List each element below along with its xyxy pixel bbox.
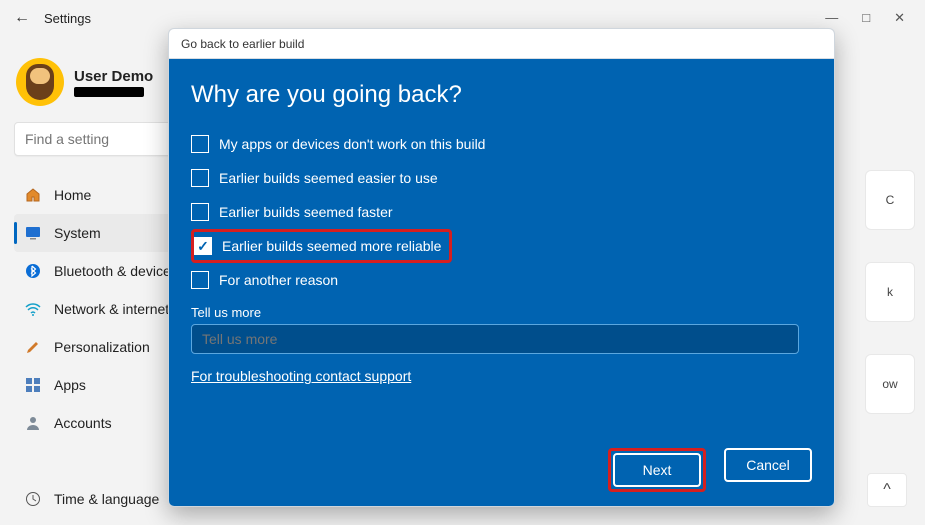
user-name: User Demo — [74, 68, 153, 85]
wifi-icon — [24, 300, 42, 318]
nav-label: Network & internet — [54, 301, 169, 317]
dialog-title-bar: Go back to earlier build — [169, 29, 834, 59]
back-icon[interactable]: ← — [14, 9, 30, 27]
sidebar-item-time[interactable]: Time & language — [14, 480, 169, 518]
dialog-heading: Why are you going back? — [191, 81, 812, 109]
checkbox-reliable[interactable]: ✓ — [194, 237, 212, 255]
next-button[interactable]: Next — [613, 453, 701, 487]
minimize-icon[interactable]: — — [825, 10, 838, 26]
chevron-up-button[interactable]: ^ — [867, 473, 907, 507]
system-icon — [24, 224, 42, 242]
close-icon[interactable]: ✕ — [894, 10, 905, 26]
avatar — [16, 58, 64, 106]
window-title: Settings — [44, 11, 91, 26]
support-link[interactable]: For troubleshooting contact support — [191, 368, 812, 384]
checkbox-easier[interactable] — [191, 169, 209, 187]
checkbox-apps-devices[interactable] — [191, 135, 209, 153]
option-label: Earlier builds seemed more reliable — [222, 238, 441, 254]
checkbox-another[interactable] — [191, 271, 209, 289]
cancel-button[interactable]: Cancel — [724, 448, 812, 482]
option-label: For another reason — [219, 272, 338, 288]
user-email-redacted — [74, 87, 144, 97]
dialog-head-text: Go back to earlier build — [181, 37, 304, 51]
panel-fragment-k[interactable]: k — [865, 262, 915, 322]
brush-icon — [24, 338, 42, 356]
nav-label: Home — [54, 187, 91, 203]
maximize-icon[interactable]: □ — [862, 10, 870, 26]
clock-icon — [24, 490, 42, 508]
tellmore-label: Tell us more — [191, 305, 812, 320]
option-label: Earlier builds seemed easier to use — [219, 170, 438, 186]
tellmore-input[interactable] — [191, 324, 799, 354]
highlight-box: Next — [608, 448, 706, 492]
option-label: Earlier builds seemed faster — [219, 204, 393, 220]
nav-label: Personalization — [54, 339, 150, 355]
nav-label: Bluetooth & devices — [54, 263, 178, 279]
option-label: My apps or devices don't work on this bu… — [219, 136, 485, 152]
home-icon — [24, 186, 42, 204]
rollback-dialog: Go back to earlier build Why are you goi… — [168, 28, 835, 507]
panel-fragment-c[interactable]: C — [865, 170, 915, 230]
apps-icon — [24, 376, 42, 394]
panel-fragment-ow[interactable]: ow — [865, 354, 915, 414]
nav-label: System — [54, 225, 101, 241]
bluetooth-icon — [24, 262, 42, 280]
person-icon — [24, 414, 42, 432]
nav-label: Accounts — [54, 415, 112, 431]
highlight-box: ✓ Earlier builds seemed more reliable — [191, 229, 452, 263]
checkbox-faster[interactable] — [191, 203, 209, 221]
nav-label: Apps — [54, 377, 86, 393]
nav-label: Time & language — [54, 491, 159, 507]
